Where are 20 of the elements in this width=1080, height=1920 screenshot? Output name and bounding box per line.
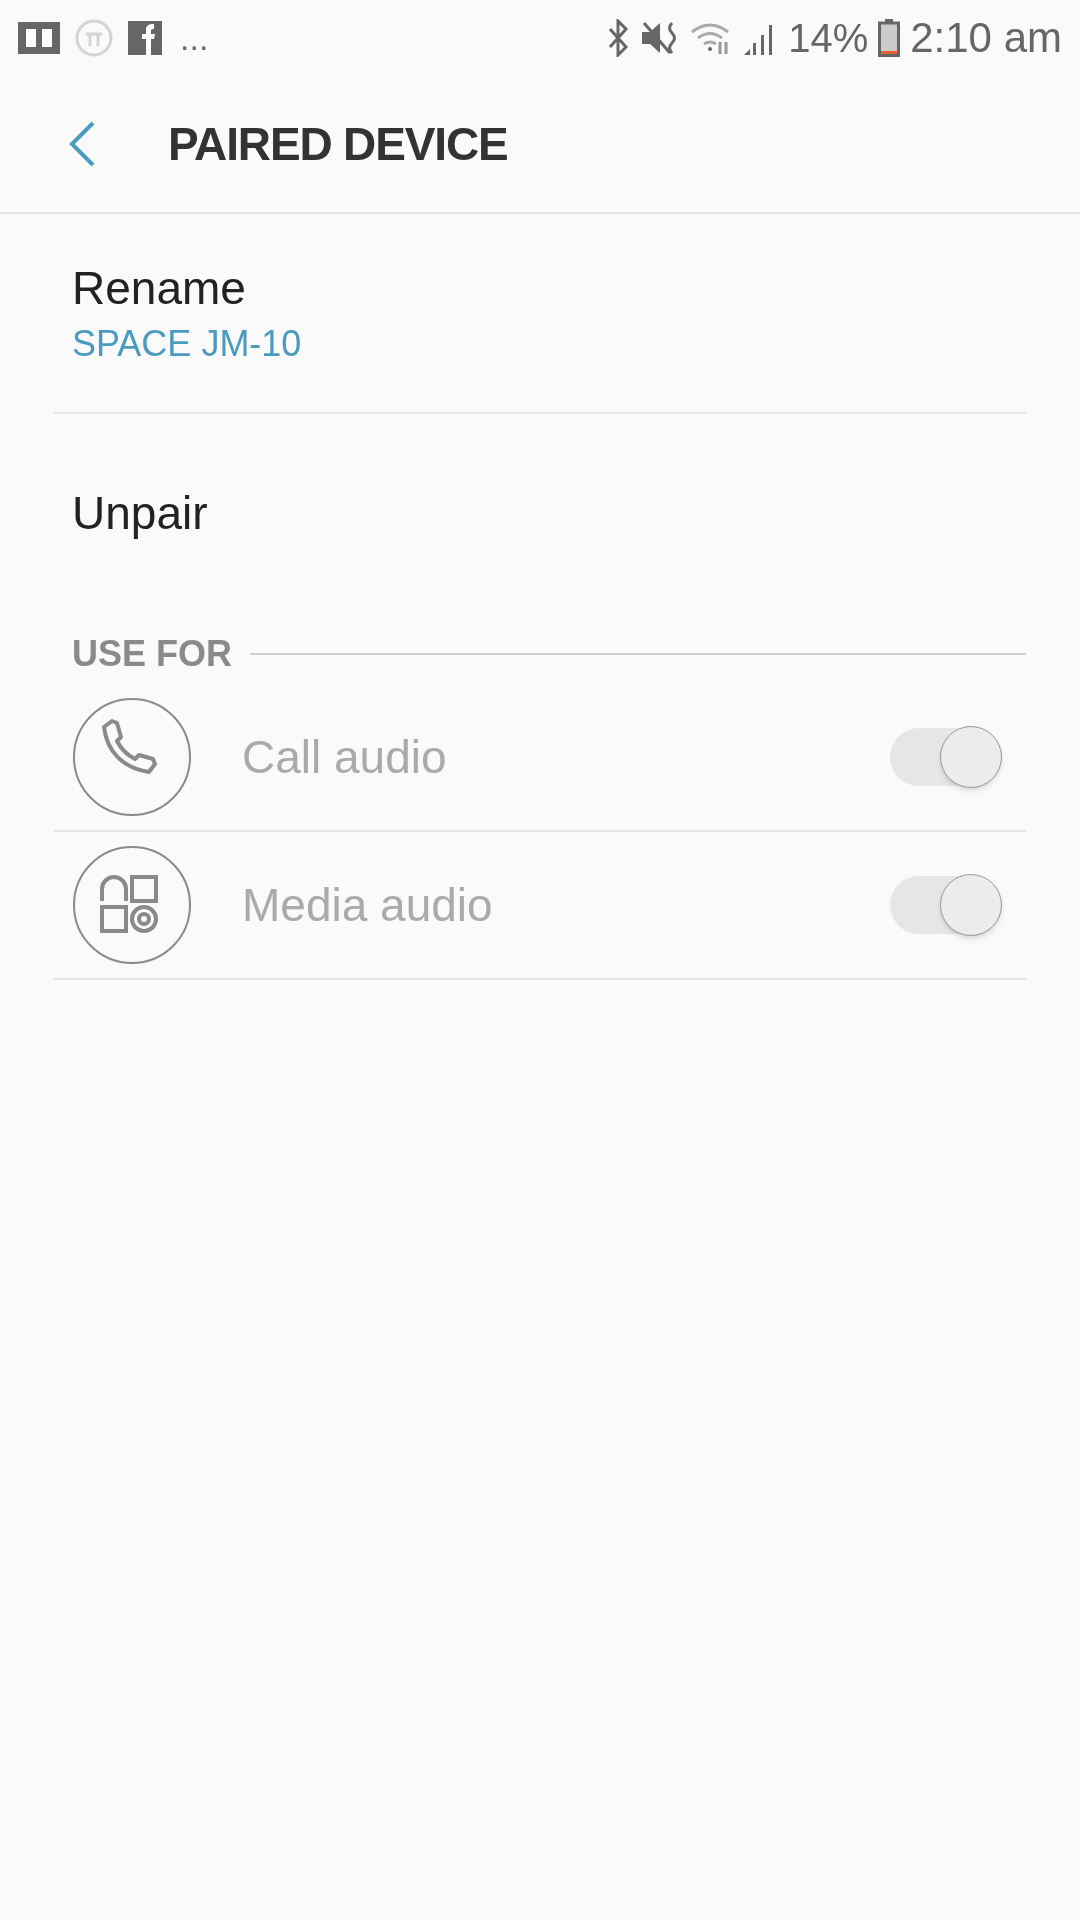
option-label: Call audio — [242, 729, 448, 785]
more-notifications-text: ... — [180, 21, 209, 55]
setting-value: SPACE JM-10 — [72, 322, 303, 367]
phone-icon — [72, 697, 192, 817]
section-header: USE FOR — [72, 632, 232, 676]
setting-label: Rename — [72, 260, 247, 316]
setting-label: Unpair — [72, 486, 209, 542]
bluetooth-icon — [606, 19, 631, 57]
back-icon — [69, 121, 95, 167]
app-notification-icon — [18, 22, 60, 54]
circle-notification-icon — [74, 18, 114, 58]
media-apps-icon — [72, 845, 192, 965]
option-label: Media audio — [242, 877, 494, 933]
page-title: PAIRED DEVICE — [168, 116, 508, 172]
clock-time: 2:10 am — [910, 17, 1062, 59]
settings-item[interactable]: Unpair — [54, 414, 1026, 614]
battery-icon — [878, 19, 901, 57]
battery-percentage: 14% — [788, 18, 869, 58]
app-notification-icon — [128, 21, 162, 55]
settings-item[interactable]: Rename SPACE JM-10 — [54, 214, 1026, 414]
